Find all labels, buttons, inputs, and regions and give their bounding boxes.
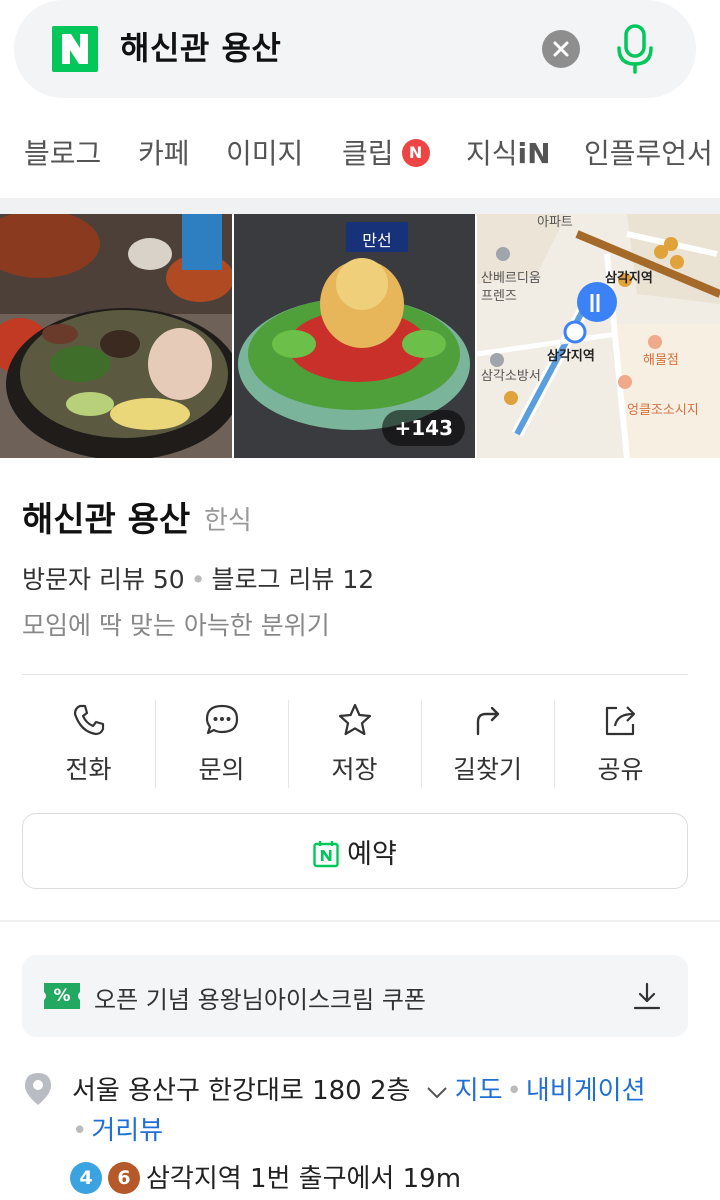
tab-blog[interactable]: 블로그 <box>24 134 101 174</box>
map-label: 삼각소방서 <box>481 369 541 384</box>
map-label: 해물점 <box>643 353 679 368</box>
photo-strip: 만선 +143 아파트 산베르디움 프렌즈 삼각지역 삼각지역 해물점 삼각소방… <box>0 214 720 458</box>
address-text[interactable]: 서울 용산구 한강대로 180 2층 <box>72 1076 410 1106</box>
tab-cafe[interactable]: 카페 <box>138 134 190 174</box>
map-label: 프렌즈 <box>481 289 517 304</box>
sign-text: 만선 <box>362 231 392 250</box>
call-button[interactable]: 전화 <box>22 698 155 798</box>
coupon-text: 오픈 기념 용왕님아이스크림 쿠폰 <box>94 986 427 1014</box>
map-thumbnail[interactable]: 아파트 산베르디움 프렌즈 삼각지역 삼각지역 해물점 삼각소방서 엉클조소시지 <box>477 214 720 458</box>
share-button[interactable]: 공유 <box>554 698 687 798</box>
naver-logo-icon[interactable] <box>52 26 98 72</box>
directions-button[interactable]: 길찾기 <box>421 698 554 798</box>
tab-label: 카페 <box>138 137 190 170</box>
new-badge: N <box>401 139 430 167</box>
map-label: 아파트 <box>537 215 573 230</box>
search-tabs: 블로그 카페 이미지 클립 N 지식iN 인플루언서 <box>0 120 720 200</box>
section-divider <box>0 920 720 922</box>
place-name[interactable]: 해신관 용산 <box>22 492 190 541</box>
search-bar[interactable]: 해신관 용산 <box>14 0 696 98</box>
tab-label: 클립 <box>342 137 394 170</box>
coupon-banner[interactable]: % 오픈 기념 용왕님아이스크림 쿠폰 <box>22 955 688 1037</box>
food-photo-hotpot[interactable] <box>0 214 232 458</box>
street-view-link[interactable]: 거리뷰 <box>91 1116 163 1146</box>
map-label: 삼각지역 <box>547 348 595 364</box>
chat-icon <box>205 704 238 735</box>
share-icon <box>605 706 635 736</box>
tab-clip[interactable]: 클립 N <box>342 134 430 174</box>
section-divider <box>0 198 720 214</box>
coupon-icon-symbol: % <box>53 986 71 1006</box>
subway-text: 삼각지역 1번 출구에서 19m <box>146 1164 462 1194</box>
map-label: 삼각지역 <box>605 270 653 286</box>
location-pin-icon <box>25 1073 51 1105</box>
review-summary: 방문자 리뷰 50 • 블로그 리뷰 12 <box>22 560 374 596</box>
tab-knowledge-in[interactable]: 지식iN <box>466 134 551 174</box>
tab-label: 인플루언서 <box>584 137 713 170</box>
clear-search-button[interactable] <box>542 30 580 68</box>
more-photos-badge[interactable]: +143 <box>382 410 465 446</box>
inquiry-button[interactable]: 문의 <box>155 698 288 798</box>
map-label: 엉클조소시지 <box>627 403 699 418</box>
action-label: 저장 <box>331 755 378 784</box>
tab-label: 이미지 <box>226 137 304 170</box>
address-sub-line: • 거리뷰 <box>72 1110 163 1147</box>
phone-icon <box>73 704 104 736</box>
action-label: 공유 <box>597 755 644 784</box>
action-label: 문의 <box>198 755 245 784</box>
visitor-review-link[interactable]: 방문자 리뷰 50 <box>22 565 185 594</box>
subway-line-badge: 4 <box>70 1161 102 1194</box>
tab-label-suffix: iN <box>517 137 551 170</box>
map-image: 아파트 산베르디움 프렌즈 삼각지역 삼각지역 해물점 삼각소방서 엉클조소시지 <box>477 214 720 458</box>
place-category: 한식 <box>204 506 252 536</box>
tab-image[interactable]: 이미지 <box>226 134 303 174</box>
tab-label: 지식 <box>466 137 518 170</box>
close-icon <box>553 41 569 57</box>
action-bar: 전화 문의 저장 길찾기 공유 <box>22 698 688 798</box>
search-header: 해신관 용산 <box>0 0 720 120</box>
separator-dot: • <box>190 565 206 594</box>
subway-info: 4 6 삼각지역 1번 출구에서 19m <box>70 1158 461 1196</box>
save-button[interactable]: 저장 <box>288 698 421 798</box>
divider <box>22 674 688 675</box>
action-label: 길찾기 <box>452 755 522 784</box>
separator-dot: • <box>506 1076 522 1106</box>
place-tagline: 모임에 딱 맞는 아늑한 분위기 <box>22 611 330 640</box>
address-line: 서울 용산구 한강대로 180 2층 지도 • 내비게이션 <box>72 1070 646 1107</box>
star-icon <box>338 703 371 736</box>
download-icon[interactable] <box>632 981 662 1011</box>
reserve-label: 예약 <box>347 839 397 870</box>
food-photo-salad[interactable]: 만선 +143 <box>234 214 475 458</box>
blog-review-link[interactable]: 블로그 리뷰 12 <box>211 565 374 594</box>
navigation-link[interactable]: 내비게이션 <box>526 1076 646 1106</box>
naver-booking-icon <box>313 840 339 867</box>
action-label: 전화 <box>65 755 112 784</box>
map-link[interactable]: 지도 <box>455 1076 503 1106</box>
search-query-input[interactable]: 해신관 용산 <box>120 25 281 71</box>
microphone-icon[interactable] <box>612 22 658 76</box>
map-label: 산베르디움 <box>481 271 541 286</box>
subway-line-badge: 6 <box>108 1161 140 1194</box>
chevron-down-icon[interactable] <box>425 1084 449 1100</box>
reserve-button[interactable]: 예약 <box>22 813 688 889</box>
separator-dot: • <box>72 1116 88 1146</box>
tab-label: 블로그 <box>24 137 102 170</box>
tab-influencer[interactable]: 인플루언서 <box>584 134 713 174</box>
directions-icon <box>476 706 499 736</box>
hotpot-image <box>0 214 232 458</box>
